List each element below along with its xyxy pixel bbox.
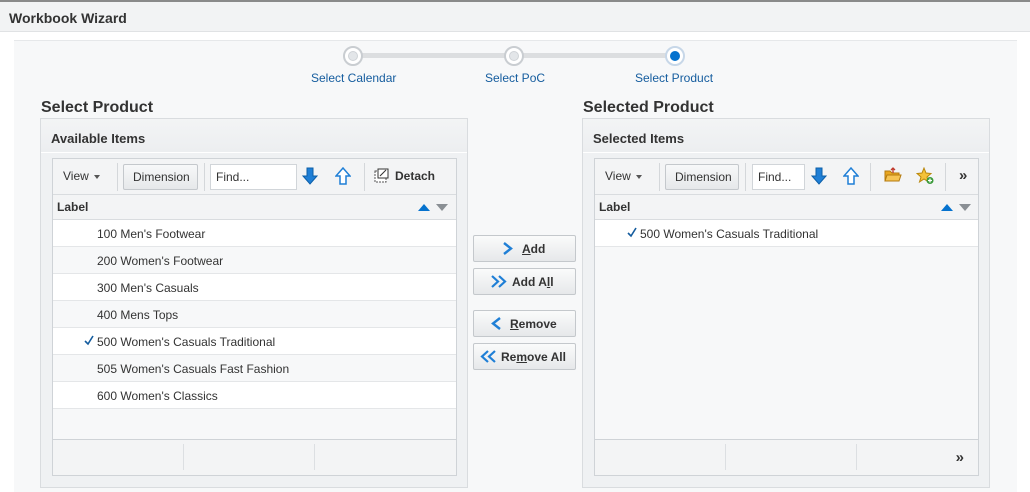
label-column-title: Label: [599, 200, 631, 214]
checkmark-icon: [84, 334, 94, 346]
table-row[interactable]: 100 Men's Footwear: [53, 220, 456, 247]
row-label: 200 Women's Footwear: [97, 254, 224, 268]
arrow-up-icon[interactable]: [334, 166, 355, 187]
row-label: 100 Men's Footwear: [97, 227, 206, 241]
train-step-select-calendar-label[interactable]: Select Calendar: [311, 71, 396, 85]
sort-ascending-icon[interactable]: [418, 204, 430, 211]
table-row[interactable]: 600 Women's Classics: [53, 382, 456, 409]
add-label: Add: [522, 242, 546, 256]
toolbar-divider: [745, 163, 746, 191]
find-input[interactable]: Find...: [752, 164, 805, 190]
add-all-label: Add All: [512, 275, 554, 289]
arrow-down-icon[interactable]: [810, 167, 831, 187]
toolbar-divider: [945, 163, 946, 191]
table-row[interactable]: 500 Women's Casuals Traditional: [595, 220, 978, 247]
window-titlebar: Workbook Wizard: [0, 2, 1030, 32]
find-input[interactable]: Find...: [210, 164, 297, 190]
star-add-icon[interactable]: [915, 166, 936, 187]
sort-descending-icon[interactable]: [436, 204, 448, 211]
train-step-select-poc-node[interactable]: [504, 46, 524, 66]
sort-ascending-icon[interactable]: [941, 204, 953, 211]
selected-items-toolbar: View Dimension Find... »: [595, 159, 978, 195]
selected-items-panel: Selected Items View Dimension Find... »: [582, 118, 990, 488]
train-step-select-poc-label[interactable]: Select PoC: [485, 71, 545, 85]
selected-product-heading: Selected Product: [583, 99, 714, 116]
row-label: 400 Mens Tops: [97, 308, 179, 322]
table-row[interactable]: 200 Women's Footwear: [53, 247, 456, 274]
footer-divider: [314, 444, 315, 470]
table-row[interactable]: 500 Women's Casuals Traditional: [53, 328, 456, 355]
table-row[interactable]: 400 Mens Tops: [53, 301, 456, 328]
empty-table-area: [53, 409, 456, 439]
double-chevron-left-icon: [480, 350, 496, 363]
available-items-title: Available Items: [51, 131, 146, 146]
footer-divider: [856, 444, 857, 470]
footer-divider: [183, 444, 184, 470]
window-title: Workbook Wizard: [9, 10, 127, 26]
footer-divider: [725, 444, 726, 470]
selected-items-title: Selected Items: [593, 131, 685, 146]
chevron-down-icon: [635, 174, 642, 179]
add-all-button[interactable]: Add All: [473, 268, 576, 295]
chevron-down-icon: [93, 174, 100, 179]
available-items-rows: 100 Men's Footwear 200 Women's Footwear …: [53, 220, 456, 409]
arrow-down-icon[interactable]: [301, 167, 322, 187]
detach-icon: [374, 168, 389, 183]
detach-label: Detach: [395, 169, 436, 183]
sort-descending-icon[interactable]: [959, 204, 971, 211]
table-row[interactable]: 300 Men's Casuals: [53, 274, 456, 301]
train-step-select-product-node[interactable]: [665, 46, 685, 66]
toolbar-divider: [204, 163, 205, 191]
train-step-select-product-label[interactable]: Select Product: [635, 71, 713, 85]
double-chevron-right-icon: [491, 275, 507, 288]
toolbar-divider: [117, 163, 118, 191]
toolbar-divider: [659, 163, 660, 191]
add-button[interactable]: Add: [473, 235, 576, 262]
view-menu-label: View: [63, 169, 89, 183]
folder-open-icon[interactable]: [884, 167, 904, 187]
table-row[interactable]: 505 Women's Casuals Fast Fashion: [53, 355, 456, 382]
row-label: 300 Men's Casuals: [97, 281, 199, 295]
footer-overflow-button[interactable]: »: [956, 449, 964, 466]
train-step-select-calendar-node[interactable]: [343, 46, 363, 66]
row-label: 500 Women's Casuals Traditional: [640, 227, 819, 241]
checkmark-icon: [627, 226, 637, 238]
table-footer: »: [595, 439, 978, 475]
dimension-button[interactable]: Dimension: [665, 164, 739, 190]
view-menu-button[interactable]: View: [61, 164, 100, 190]
dimension-button[interactable]: Dimension: [123, 164, 198, 190]
toolbar-overflow-button[interactable]: »: [959, 164, 967, 190]
toolbar-divider: [870, 163, 871, 191]
train-connector-2: [523, 53, 668, 58]
row-label: 500 Women's Casuals Traditional: [97, 335, 276, 349]
available-items-header: Available Items: [41, 119, 467, 153]
table-footer: [53, 439, 456, 475]
available-items-table: View Dimension Find... Detach Label 100 …: [52, 158, 457, 476]
label-column-header[interactable]: Label: [595, 195, 978, 220]
chevron-left-icon: [491, 317, 501, 330]
detach-button[interactable]: Detach: [374, 164, 435, 190]
selected-items-header: Selected Items: [583, 119, 989, 153]
label-column-title: Label: [57, 200, 89, 214]
row-label: 505 Women's Casuals Fast Fashion: [97, 362, 290, 376]
selected-items-table: View Dimension Find... » Label 500 Women…: [594, 158, 979, 476]
available-items-toolbar: View Dimension Find... Detach: [53, 159, 456, 195]
toolbar-divider: [364, 163, 365, 191]
empty-table-area: [595, 247, 978, 439]
remove-label: Remove: [510, 317, 557, 331]
train-connector-1: [362, 53, 507, 58]
view-menu-button[interactable]: View: [603, 164, 642, 190]
arrow-up-icon[interactable]: [842, 166, 863, 187]
available-items-panel: Available Items View Dimension Find... D…: [40, 118, 468, 488]
select-product-heading: Select Product: [41, 99, 154, 116]
remove-button[interactable]: Remove: [473, 310, 576, 337]
selected-items-rows: 500 Women's Casuals Traditional: [595, 220, 978, 247]
label-column-header[interactable]: Label: [53, 195, 456, 220]
remove-all-button[interactable]: Remove All: [473, 343, 576, 370]
view-menu-label: View: [605, 169, 631, 183]
chevron-right-icon: [503, 242, 513, 255]
row-label: 600 Women's Classics: [97, 389, 218, 403]
remove-all-label: Remove All: [501, 350, 566, 364]
